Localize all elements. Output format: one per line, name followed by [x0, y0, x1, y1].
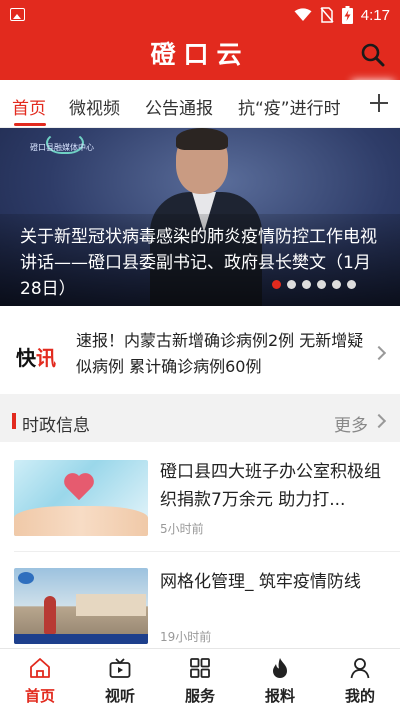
carousel-indicator: [272, 280, 356, 289]
news-time: 5小时前: [160, 522, 204, 536]
flame-icon: [273, 658, 287, 678]
news-title: 网格化管理_ 筑牢疫情防线: [160, 572, 361, 592]
flash-news-logo-text: 快讯: [16, 346, 56, 370]
search-icon[interactable]: [360, 42, 386, 68]
divider: [14, 551, 400, 552]
tab-announcements[interactable]: 公告通报: [145, 94, 213, 119]
section-more-link[interactable]: 更多: [334, 411, 368, 436]
image-notification-icon: [10, 8, 25, 21]
news-item[interactable]: 网格化管理_ 筑牢疫情防线 19小时前: [0, 558, 400, 658]
wifi-icon: [294, 8, 312, 21]
news-title: 磴口县四大班子办公室积极组织捐款7万余元 助力打...: [160, 462, 381, 510]
tab-fight-epidemic[interactable]: 抗“疫”进行时: [238, 94, 341, 119]
person-icon: [350, 658, 370, 679]
chevron-right-icon[interactable]: [371, 413, 387, 429]
nav-label: 首页: [24, 687, 55, 705]
news-thumbnail: [14, 460, 148, 536]
banner-station-label: 磴口县融媒体中心: [30, 143, 94, 152]
tab-micro-video[interactable]: 微视频: [69, 94, 120, 119]
channel-tabs: 首页 微视频 公告通报 抗“疫”进行时: [0, 80, 400, 128]
active-tab-indicator: [14, 123, 46, 126]
nav-label: 我的: [344, 687, 375, 705]
news-time: 19小时前: [160, 630, 212, 644]
carousel-dot[interactable]: [302, 280, 311, 289]
bottom-navigation: 首页 视听 服务 报料 我的: [0, 648, 400, 710]
nav-label: 服务: [184, 687, 215, 705]
carousel-dot[interactable]: [347, 280, 356, 289]
nav-media[interactable]: 视听: [80, 649, 160, 710]
carousel-dot[interactable]: [272, 280, 281, 289]
banner-caption: 关于新型冠状病毒感染的肺炎疫情防控工作电视讲话——磴口县委副书记、政府县长樊文（…: [20, 227, 377, 299]
no-sim-icon: [320, 7, 334, 23]
nav-label: 报料: [264, 687, 295, 705]
tv-logo-icon: [18, 572, 34, 584]
nav-profile[interactable]: 我的: [320, 649, 400, 710]
section-header: 时政信息 更多: [0, 400, 400, 442]
battery-charging-icon: [341, 6, 353, 24]
carousel-dot[interactable]: [287, 280, 296, 289]
heart-icon: [64, 474, 94, 500]
nav-report[interactable]: 报料: [240, 649, 320, 710]
flash-news[interactable]: 快讯 速报！内蒙古新增确诊病例2例 无新增疑似病例 累计确诊病例60例: [0, 314, 400, 394]
status-icons: 4:17: [294, 0, 390, 30]
nav-home[interactable]: 首页: [0, 649, 80, 710]
chevron-right-icon: [371, 345, 387, 361]
nav-services[interactable]: 服务: [160, 649, 240, 710]
flash-news-text: 速报！内蒙古新增确诊病例2例 无新增疑似病例 累计确诊病例60例: [76, 331, 364, 376]
grid-icon: [190, 658, 210, 678]
home-icon: [30, 658, 50, 678]
tv-icon: [109, 658, 131, 678]
news-item[interactable]: 磴口县四大班子办公室积极组织捐款7万余元 助力打... 5小时前: [0, 450, 400, 550]
status-bar: 4:17: [0, 0, 400, 30]
tab-home[interactable]: 首页: [12, 94, 46, 119]
app-title: 磴口云: [150, 40, 250, 69]
carousel-dot[interactable]: [317, 280, 326, 289]
section-title: 时政信息: [22, 416, 90, 436]
carousel-dot[interactable]: [332, 280, 341, 289]
nav-label: 视听: [104, 687, 135, 705]
add-channel-icon[interactable]: [358, 80, 400, 127]
flash-news-logo: 快讯: [16, 342, 56, 371]
news-thumbnail: [14, 568, 148, 644]
status-time: 4:17: [360, 6, 390, 24]
section-accent-bar: [12, 413, 16, 429]
app-bar: 磴口云: [0, 30, 400, 80]
